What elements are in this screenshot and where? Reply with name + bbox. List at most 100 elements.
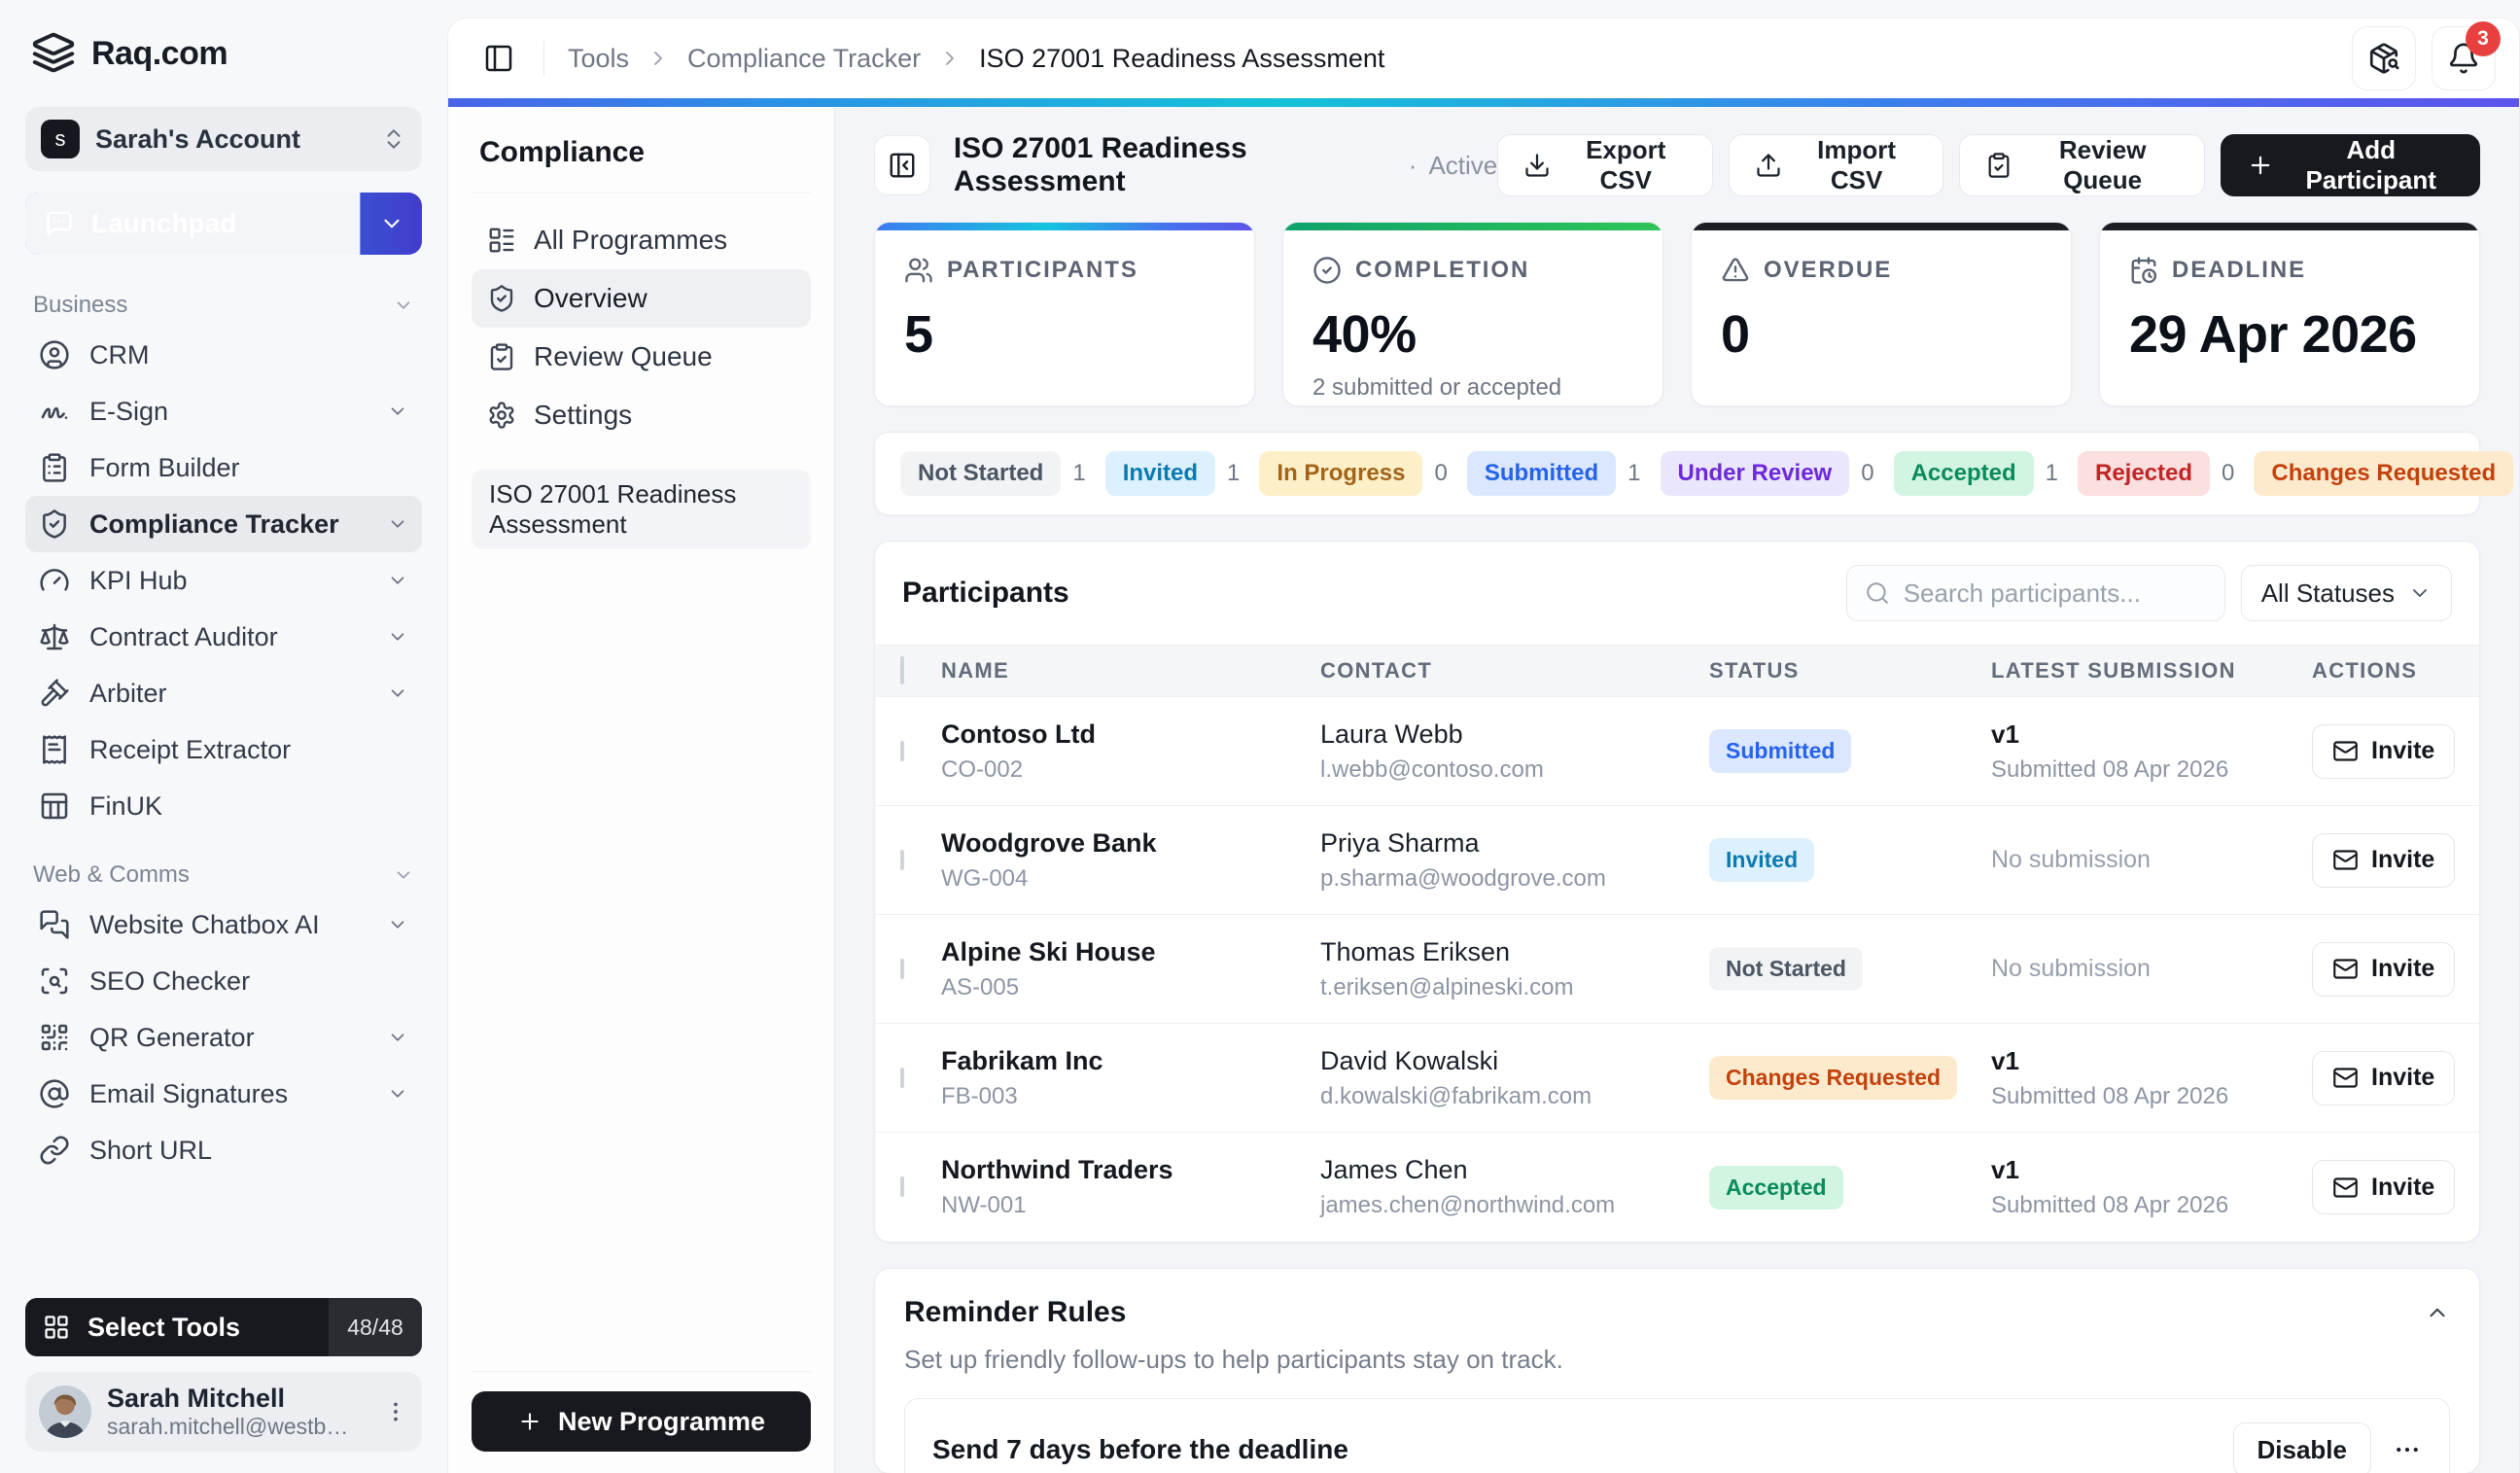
sidebar-item-compliance-tracker[interactable]: Compliance Tracker (25, 496, 422, 552)
import-csv-button[interactable]: Import CSV (1729, 134, 1943, 196)
participant-code: WG-004 (941, 864, 1029, 892)
search-input[interactable] (1903, 578, 2207, 609)
mail-icon (2332, 1175, 2359, 1201)
row-checkbox[interactable] (900, 1176, 904, 1197)
compliance-subnav: Compliance All Programmes Overview Revie… (448, 107, 835, 1473)
notifications-button[interactable]: 3 (2432, 21, 2501, 90)
subnav-item-label: All Programmes (534, 225, 728, 255)
stat-card-completion: COMPLETION 40% 2 submitted or accepted (1282, 222, 1663, 406)
participant-name: Northwind Traders (941, 1155, 1173, 1184)
alert-triangle-icon (1721, 256, 1750, 285)
contact-name: Laura Webb (1320, 719, 1463, 749)
sidebar-item-email-signatures[interactable]: Email Signatures (25, 1066, 422, 1122)
status-filter-select[interactable]: All Statuses (2240, 565, 2452, 621)
add-participant-label: Add Participant (2305, 135, 2436, 194)
package-search-button[interactable] (2352, 26, 2416, 90)
reminder-rule-text: Send 7 days before the deadline (932, 1434, 1348, 1464)
sidebar-item-receipt-extractor[interactable]: Receipt Extractor (25, 721, 422, 778)
sidebar-item-kpi-hub[interactable]: KPI Hub (25, 552, 422, 609)
sidebar-item-arbiter[interactable]: Arbiter (25, 665, 422, 721)
select-tools-button[interactable]: Select Tools 48/48 (25, 1298, 422, 1356)
sidebar-item-label: Website Chatbox AI (89, 909, 320, 939)
stat-label: PARTICIPANTS (947, 257, 1138, 283)
layout-list-icon (487, 226, 516, 255)
breadcrumb-compliance-tracker[interactable]: Compliance Tracker (687, 44, 921, 74)
content-panel: Tools Compliance Tracker ISO 27001 Readi… (447, 18, 2520, 1473)
breadcrumb-tools[interactable]: Tools (568, 44, 629, 74)
launchpad-dropdown[interactable] (360, 193, 422, 255)
more-horizontal-icon[interactable] (2393, 1435, 2422, 1464)
row-status-pill: Not Started (1709, 947, 1863, 991)
subnav-item-review-queue[interactable]: Review Queue (472, 328, 811, 386)
sidebar-item-esign[interactable]: E-Sign (25, 383, 422, 439)
submission-none: No submission (1991, 846, 2151, 873)
status-pill-invited: Invited (1104, 451, 1216, 496)
subnav-item-overview[interactable]: Overview (472, 269, 811, 328)
select-all-checkbox[interactable] (900, 656, 904, 684)
stat-label: DEADLINE (2172, 257, 2307, 283)
main-content: ISO 27001 Readiness Assessment · Active … (835, 107, 2519, 1473)
stat-accent (2100, 223, 2479, 230)
status-count: 0 (2222, 460, 2235, 486)
status-badge: · Active (1409, 151, 1497, 181)
stat-accent (1283, 223, 1662, 230)
status-pill-in-progress: In Progress (1259, 451, 1423, 496)
sidebar-item-label: Compliance Tracker (89, 509, 339, 539)
sidebar-item-crm[interactable]: CRM (25, 327, 422, 383)
sidebar-item-contract-auditor[interactable]: Contract Auditor (25, 609, 422, 665)
stats-row: PARTICIPANTS 5 COMPLETION 40% 2 submitte… (874, 222, 2480, 406)
row-checkbox[interactable] (900, 1067, 904, 1088)
mail-icon (2332, 956, 2359, 982)
participant-search[interactable] (1845, 565, 2225, 621)
account-switcher[interactable]: s Sarah's Account (25, 107, 422, 171)
row-checkbox[interactable] (900, 958, 904, 979)
chevron-down-icon (387, 513, 408, 535)
panel-collapse-button[interactable] (874, 135, 930, 195)
invite-label: Invite (2371, 846, 2435, 873)
status-count: 1 (2045, 460, 2058, 486)
layout-grid-icon (43, 1314, 70, 1341)
status-filter-value: All Statuses (2260, 578, 2395, 608)
chevron-down-icon (387, 1027, 408, 1048)
review-queue-button[interactable]: Review Queue (1958, 134, 2206, 196)
export-csv-button[interactable]: Export CSV (1497, 134, 1714, 196)
stat-card-participants: PARTICIPANTS 5 (874, 222, 1255, 406)
add-participant-button[interactable]: Add Participant (2221, 134, 2480, 196)
launchpad-button[interactable]: Launchpad (25, 193, 422, 255)
account-avatar: s (41, 120, 80, 158)
account-label: Sarah's Account (95, 123, 300, 154)
invite-button[interactable]: Invite (2312, 1160, 2456, 1214)
programme-chip[interactable]: ISO 27001 Readiness Assessment (472, 470, 811, 549)
user-profile-chip[interactable]: Sarah Mitchell sarah.mitchell@westbur... (25, 1372, 422, 1452)
sidebar-item-form-builder[interactable]: Form Builder (25, 439, 422, 496)
section-web-comms[interactable]: Web & Comms (33, 861, 414, 889)
chevron-up-icon[interactable] (2425, 1300, 2450, 1325)
upload-icon (1755, 152, 1782, 179)
status-pill-accepted: Accepted (1893, 451, 2034, 496)
row-checkbox[interactable] (900, 849, 904, 870)
contact-email: l.webb@contoso.com (1320, 755, 1544, 783)
invite-button[interactable]: Invite (2312, 1050, 2456, 1105)
status-count: 1 (1227, 460, 1241, 486)
participant-name: Fabrikam Inc (941, 1045, 1103, 1075)
panel-left-toggle-button[interactable] (477, 37, 520, 80)
sidebar-item-qr-generator[interactable]: QR Generator (25, 1009, 422, 1066)
launchpad-main[interactable]: Launchpad (25, 193, 360, 255)
chevron-down-icon (387, 401, 408, 422)
sidebar-item-finuk[interactable]: FinUK (25, 778, 422, 834)
subnav-item-settings[interactable]: Settings (472, 386, 811, 444)
subnav-item-all-programmes[interactable]: All Programmes (472, 211, 811, 269)
new-programme-button[interactable]: New Programme (472, 1391, 811, 1452)
sidebar-item-seo-checker[interactable]: SEO Checker (25, 953, 422, 1009)
sidebar-item-short-url[interactable]: Short URL (25, 1122, 422, 1178)
more-vertical-icon[interactable] (383, 1399, 408, 1424)
invite-button[interactable]: Invite (2312, 723, 2456, 779)
section-business[interactable]: Business (33, 292, 414, 319)
chevron-right-icon (938, 47, 962, 70)
disable-button[interactable]: Disable (2232, 1422, 2371, 1473)
participant-name: Woodgrove Bank (941, 827, 1157, 858)
invite-button[interactable]: Invite (2312, 832, 2456, 888)
row-checkbox[interactable] (900, 740, 904, 761)
sidebar-item-website-chatbox-ai[interactable]: Website Chatbox AI (25, 896, 422, 953)
invite-button[interactable]: Invite (2312, 941, 2456, 997)
